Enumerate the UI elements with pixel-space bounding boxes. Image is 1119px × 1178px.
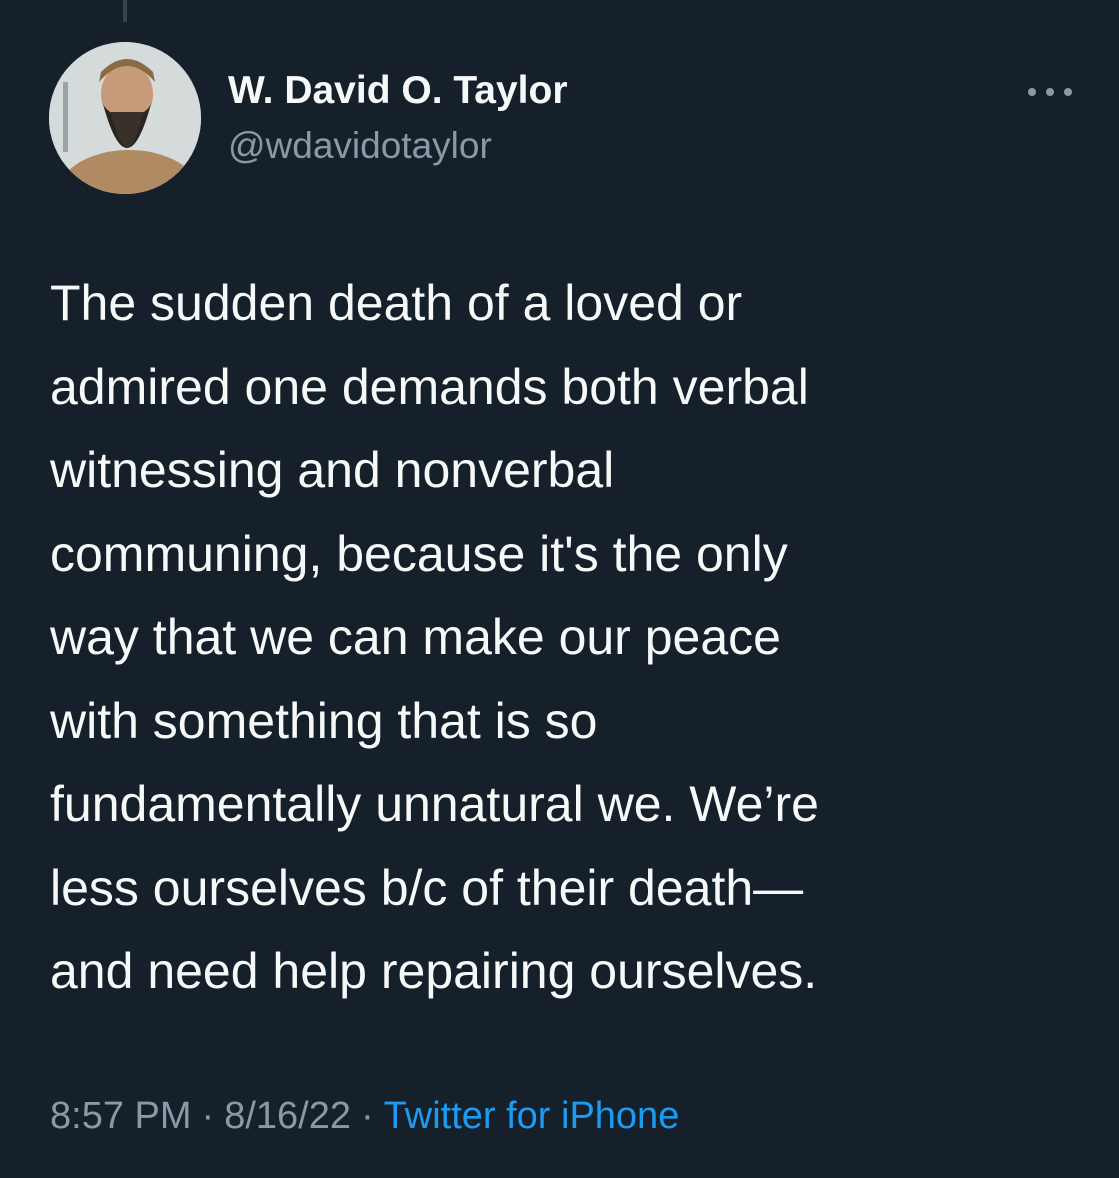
tweet-text-line: way that we can make our peace	[50, 609, 781, 665]
tweet-text-line: witnessing and nonverbal	[50, 442, 615, 498]
tweet-time[interactable]: 8:57 PM	[50, 1095, 192, 1137]
tweet-text-line: The sudden death of a loved or	[50, 275, 743, 331]
tweet-text-line: and need help repairing ourselves.	[50, 943, 818, 999]
separator-dot: ·	[201, 1095, 215, 1137]
tweet-date[interactable]: 8/16/22	[224, 1095, 351, 1137]
tweet-text-line: communing, because it's the only	[50, 525, 788, 582]
tweet-text-line: less ourselves b/c of their death—	[50, 859, 804, 916]
thread-connector-line	[123, 0, 127, 22]
tweet-text-line: fundamentally unnatural we. We’re	[50, 776, 819, 832]
more-horizontal-icon[interactable]	[1028, 82, 1072, 102]
tweet-metadata: 8:57 PM · 8/16/22 · Twitter for iPhone	[50, 1092, 679, 1140]
avatar[interactable]	[49, 42, 201, 194]
display-name[interactable]: W. David O. Taylor	[228, 68, 568, 114]
user-handle[interactable]: @wdavidotaylor	[228, 124, 492, 168]
more-dot	[1064, 88, 1072, 96]
avatar-image	[49, 42, 201, 194]
tweet-source-link[interactable]: Twitter for iPhone	[384, 1095, 680, 1137]
more-dot	[1028, 88, 1036, 96]
tweet-text-line: with something that is so	[50, 692, 598, 749]
more-dot	[1046, 88, 1054, 96]
tweet-text-line: admired one demands both verbal	[50, 358, 809, 415]
tweet-text: The sudden death of a loved or admired o…	[50, 262, 1060, 1014]
separator-dot: ·	[360, 1095, 374, 1137]
